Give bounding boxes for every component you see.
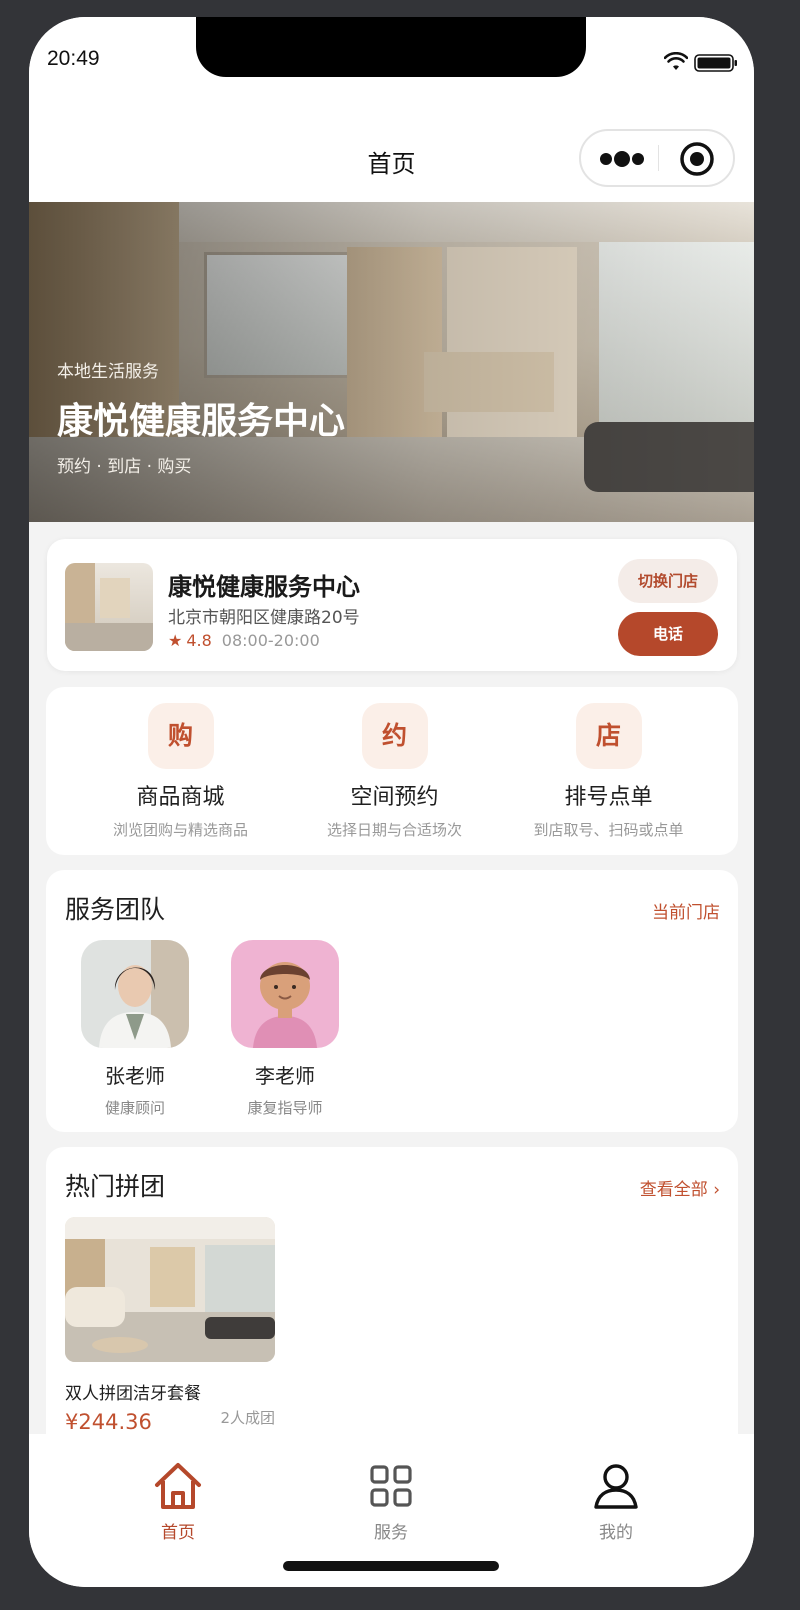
tab-label: 服务 <box>374 1523 408 1543</box>
store-hours: 08:00-20:00 <box>221 631 320 650</box>
store-rating: 4.8 <box>186 631 212 650</box>
member-name: 李老师 <box>255 1064 315 1088</box>
entry-title: 空间预约 <box>350 785 439 810</box>
phone-frame: 20:49 首页 本地生活服务 康悦健康服务中心 预约 · 到店 · 购买 康悦… <box>29 17 754 1587</box>
deal-name: 双人拼团洁牙套餐 <box>65 1384 201 1404</box>
entry-queue[interactable]: 店 排号点单 到店取号、扫码或点单 <box>496 703 721 840</box>
avatar <box>81 940 189 1048</box>
group-buy-section: 热门拼团 查看全部 › 双人拼团洁牙套餐 ¥244.36 2人成团 <box>46 1147 738 1452</box>
deal-group-size: 2人成团 <box>220 1409 275 1427</box>
entry-desc: 到店取号、扫码或点单 <box>533 821 684 839</box>
tab-home[interactable]: 首页 <box>118 1460 238 1543</box>
shop-icon: 购 <box>147 703 214 769</box>
entry-shop[interactable]: 购 商品商城 浏览团购与精选商品 <box>68 703 293 840</box>
user-icon <box>594 1464 638 1509</box>
switch-store-button[interactable]: 切换门店 <box>618 559 718 603</box>
booking-icon: 约 <box>361 703 428 769</box>
tab-profile[interactable]: 我的 <box>556 1460 676 1543</box>
hero-title: 康悦健康服务中心 <box>57 401 346 442</box>
team-section: 服务团队 当前门店 张老师 健康顾问 李老师 康复指导师 <box>46 870 738 1132</box>
view-all-link[interactable]: 查看全部 › <box>640 1175 720 1200</box>
nav-bar: 首页 <box>29 102 754 202</box>
home-indicator <box>283 1561 499 1571</box>
quick-entry-grid: 购 商品商城 浏览团购与精选商品 约 空间预约 选择日期与合适场次 店 排号点单… <box>46 687 738 855</box>
hero-subtitle: 本地生活服务 <box>57 362 159 382</box>
member-role: 康复指导师 <box>247 1099 323 1117</box>
mini-program-capsule <box>579 129 735 187</box>
wifi-icon <box>664 52 688 70</box>
battery-icon <box>694 54 737 72</box>
hero-banner[interactable]: 本地生活服务 康悦健康服务中心 预约 · 到店 · 购买 <box>29 202 754 522</box>
close-miniprogram-icon[interactable] <box>679 141 715 177</box>
store-card: 康悦健康服务中心 北京市朝阳区健康路20号 ★ 4.8 08:00-20:00 切换… <box>47 539 737 671</box>
entry-title: 商品商城 <box>136 785 225 810</box>
tab-services[interactable]: 服务 <box>331 1460 451 1543</box>
member-name: 张老师 <box>105 1064 165 1088</box>
call-button[interactable]: 电话 <box>618 612 718 656</box>
member-role: 健康顾问 <box>104 1099 165 1117</box>
store-address: 北京市朝阳区健康路20号 <box>168 608 360 628</box>
status-time: 20:49 <box>47 47 100 70</box>
team-title: 服务团队 <box>65 895 166 924</box>
deal-image <box>65 1217 275 1362</box>
entry-booking[interactable]: 约 空间预约 选择日期与合适场次 <box>282 703 507 840</box>
team-member[interactable]: 李老师 康复指导师 <box>231 940 339 1118</box>
more-icon[interactable] <box>599 149 645 169</box>
hero-tags: 预约 · 到店 · 购买 <box>57 457 192 477</box>
notch <box>196 17 586 77</box>
current-store-link[interactable]: 当前门店 <box>652 898 720 923</box>
group-buy-title: 热门拼团 <box>65 1172 166 1201</box>
store-thumbnail <box>65 563 153 651</box>
tab-label: 我的 <box>599 1523 633 1543</box>
group-deal-card[interactable]: 双人拼团洁牙套餐 ¥244.36 2人成团 <box>65 1217 275 1434</box>
grid-icon <box>370 1465 412 1507</box>
tab-label: 首页 <box>161 1523 195 1543</box>
capsule-divider <box>658 145 659 171</box>
store-name: 康悦健康服务中心 <box>168 573 360 601</box>
home-icon <box>155 1463 201 1509</box>
store-icon: 店 <box>575 703 642 769</box>
avatar <box>231 940 339 1048</box>
star-icon: ★ <box>168 631 183 650</box>
entry-desc: 浏览团购与精选商品 <box>112 821 248 839</box>
store-meta: ★ 4.8 08:00-20:00 <box>168 631 320 650</box>
entry-desc: 选择日期与合适场次 <box>326 821 462 839</box>
entry-title: 排号点单 <box>564 785 653 810</box>
team-member[interactable]: 张老师 健康顾问 <box>81 940 189 1118</box>
